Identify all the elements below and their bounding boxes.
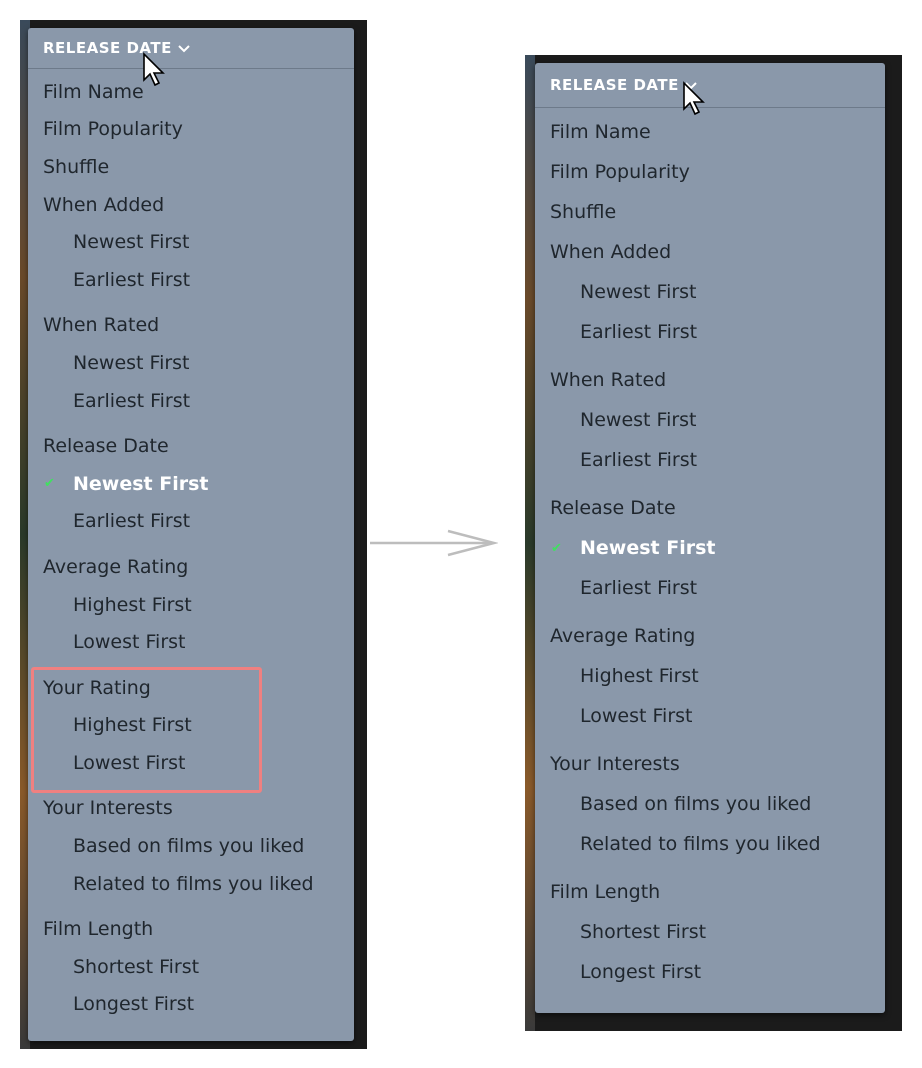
sort-option-film-popularity[interactable]: Film Popularity [28, 111, 354, 149]
sort-option-average-rating-highest-first[interactable]: Highest First [28, 586, 354, 624]
sort-option-label: Longest First [73, 993, 195, 1016]
sort-option-shuffle[interactable]: Shuffle [535, 192, 885, 232]
left-screenshot: RELEASE DATE Film Name Film Popularity Shu… [20, 20, 367, 1049]
sort-option-label: Related to films you liked [73, 872, 314, 895]
sort-option-film-popularity[interactable]: Film Popularity [535, 152, 885, 192]
dropdown-header-label: RELEASE DATE [550, 76, 679, 94]
right-screenshot: RELEASE DATE Film Name Film Popularity Shu… [525, 55, 902, 1031]
sort-option-when-rated-earliest-first[interactable]: Earliest First [535, 440, 885, 480]
background-film-posters [525, 55, 535, 1031]
sort-option-average-rating-lowest-first[interactable]: Lowest First [535, 696, 885, 736]
sort-option-average-rating-highest-first[interactable]: Highest First [535, 656, 885, 696]
sort-option-release-date-earliest-first[interactable]: Earliest First [535, 568, 885, 608]
sort-option-film-length-shortest-first[interactable]: Shortest First [535, 912, 885, 952]
sort-option-label: Earliest First [580, 449, 698, 471]
sort-option-film-length: Film Length [550, 881, 661, 903]
sort-option-average-rating-lowest-first[interactable]: Lowest First [28, 623, 354, 661]
sort-option-when-rated-earliest-first[interactable]: Earliest First [28, 382, 354, 420]
sort-option-label: Earliest First [73, 510, 191, 533]
sort-option-label: Newest First [73, 472, 209, 495]
mouse-cursor-icon [683, 81, 705, 116]
sort-options-list: Film Name Film Popularity Shuffle When Adde… [28, 69, 354, 1023]
sort-option-label: Shortest First [73, 955, 200, 978]
sort-option-when-added-earliest-first[interactable]: Earliest First [535, 312, 885, 352]
sort-option-average-rating: Average Rating [43, 555, 189, 578]
sort-dropdown-before: RELEASE DATE Film Name Film Popularity Shu… [28, 28, 354, 1041]
sort-option-when-rated-newest-first[interactable]: Newest First [28, 344, 354, 382]
sort-option-when-added-newest-first[interactable]: Newest First [28, 223, 354, 261]
sort-option-label: Newest First [73, 231, 190, 254]
sort-option-release-date-newest-first[interactable]: ✔ Newest First [535, 528, 885, 568]
your-rating-highlight [31, 667, 262, 793]
chevron-down-icon [178, 39, 190, 57]
sort-option-release-date: Release Date [43, 435, 169, 458]
sort-option-label: Earliest First [580, 321, 698, 343]
sort-option-label: Lowest First [580, 705, 693, 727]
checkmark-icon: ✔ [44, 476, 55, 492]
sort-option-label: Highest First [73, 593, 192, 616]
sort-option-release-date-earliest-first[interactable]: Earliest First [28, 503, 354, 541]
sort-option-label: Related to films you liked [580, 833, 821, 855]
sort-option-release-date: Release Date [550, 497, 676, 519]
sort-options-list: Film Name Film Popularity Shuffle When Adde… [535, 108, 885, 992]
sort-option-label: Newest First [580, 281, 697, 303]
right-arrow-icon [370, 529, 498, 557]
sort-option-your-interests-based-on-films-you-liked[interactable]: Based on films you liked [535, 784, 885, 824]
sort-option-label: Newest First [73, 351, 190, 374]
sort-option-label: Earliest First [580, 577, 698, 599]
sort-option-your-interests: Your Interests [43, 797, 173, 820]
sort-option-film-name[interactable]: Film Name [28, 73, 354, 111]
sort-dropdown-toggle[interactable]: RELEASE DATE [28, 28, 354, 69]
sort-option-when-added-newest-first[interactable]: Newest First [535, 272, 885, 312]
sort-option-label: Earliest First [73, 268, 191, 291]
sort-option-label: Longest First [580, 961, 702, 983]
sort-dropdown-after: RELEASE DATE Film Name Film Popularity Shu… [535, 63, 885, 1013]
sort-option-your-interests-based-on-films-you-liked[interactable]: Based on films you liked [28, 827, 354, 865]
sort-option-label: Based on films you liked [580, 793, 812, 815]
sort-option-label: Newest First [580, 409, 697, 431]
sort-option-when-rated-newest-first[interactable]: Newest First [535, 400, 885, 440]
sort-option-label: Newest First [580, 537, 716, 559]
sort-option-label: Based on films you liked [73, 835, 305, 858]
sort-option-when-added: When Added [43, 193, 165, 216]
sort-option-when-rated: When Rated [43, 314, 160, 337]
sort-option-film-length: Film Length [43, 918, 154, 941]
sort-option-your-interests-related-to-films-you-liked[interactable]: Related to films you liked [28, 865, 354, 903]
sort-option-film-length-longest-first[interactable]: Longest First [535, 952, 885, 992]
sort-option-label: Highest First [580, 665, 699, 687]
mouse-cursor-icon [143, 52, 165, 87]
sort-option-your-interests: Your Interests [550, 753, 680, 775]
sort-option-film-name[interactable]: Film Name [535, 112, 885, 152]
sort-option-label: Earliest First [73, 389, 191, 412]
sort-option-when-added: When Added [550, 241, 672, 263]
checkmark-icon: ✔ [551, 540, 562, 556]
sort-option-film-length-shortest-first[interactable]: Shortest First [28, 948, 354, 986]
sort-option-your-interests-related-to-films-you-liked[interactable]: Related to films you liked [535, 824, 885, 864]
sort-option-label: Shortest First [580, 921, 707, 943]
sort-option-when-rated: When Rated [550, 369, 667, 391]
sort-dropdown-toggle[interactable]: RELEASE DATE [535, 63, 885, 108]
sort-option-release-date-newest-first[interactable]: ✔ Newest First [28, 465, 354, 503]
sort-option-label: Lowest First [73, 631, 186, 654]
sort-option-average-rating: Average Rating [550, 625, 696, 647]
sort-option-when-added-earliest-first[interactable]: Earliest First [28, 261, 354, 299]
sort-option-shuffle[interactable]: Shuffle [28, 148, 354, 186]
sort-option-film-length-longest-first[interactable]: Longest First [28, 986, 354, 1024]
